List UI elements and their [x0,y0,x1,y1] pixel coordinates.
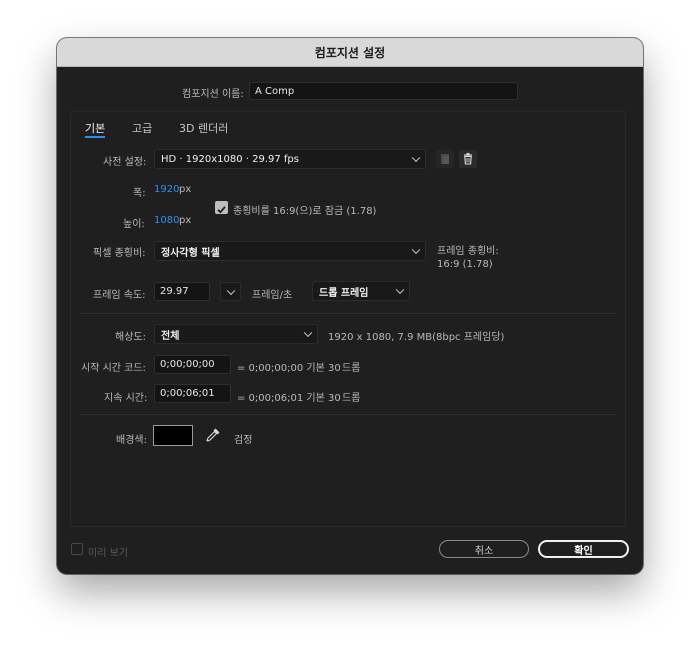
active-tab-indicator [85,136,105,138]
pixel-aspect-label: 픽셀 종횡비: [93,248,146,259]
resolution-value: 전체 [161,330,180,342]
divider [80,313,616,314]
chevron-down-icon [395,285,405,295]
eyedropper-button[interactable] [204,426,222,444]
frame-rate-value: 29.97 [160,286,189,297]
width-label: 폭: [133,188,146,199]
tab-advanced[interactable]: 고급 [132,120,152,136]
preset-value: HD · 1920x1080 · 29.97 fps [161,153,299,165]
chevron-down-icon [411,245,421,255]
preset-dropdown[interactable]: HD · 1920x1080 · 29.97 fps [154,149,426,169]
cancel-button[interactable]: 취소 [439,540,529,558]
start-timecode-label: 시작 시간 코드: [81,363,146,374]
background-color-label: 배경색: [116,435,147,446]
resolution-dropdown[interactable]: 전체 [154,324,318,344]
settings-panel [70,111,626,527]
start-timecode-input[interactable]: 0;00;00;00 [154,355,231,374]
drop-frame-value: 드롭 프레임 [319,287,369,299]
duration-value: 0;00;06;01 [160,388,215,399]
start-timecode-equals: = 0;00;00;00 기본 30 [237,363,341,374]
pixel-aspect-dropdown[interactable]: 정사각형 픽셀 [154,241,426,261]
frame-aspect-label: 프레임 종횡비: [437,246,499,257]
frame-aspect-value: 16:9 (1.78) [437,259,493,270]
duration-label: 지속 시간: [104,393,148,404]
duration-equals: = 0;00;06;01 기본 30 [237,393,341,404]
start-timecode-value: 0;00;00;00 [160,359,215,370]
preview-checkbox[interactable] [71,543,83,555]
resolution-info: 1920 x 1080, 7.9 MB(8bpc 프레임당) [328,332,505,343]
trash-icon [464,153,472,165]
drop-frame-dropdown[interactable]: 드롭 프레임 [312,281,410,301]
tab-basic[interactable]: 기본 [85,120,105,136]
frame-rate-unit: 프레임/초 [252,290,293,301]
resolution-label: 해상도: [115,332,146,343]
divider [80,414,616,415]
frame-rate-presets-button[interactable] [220,282,241,301]
frame-rate-label: 프레임 속도: [93,290,146,301]
comp-name-label: 컴포지션 이름: [182,89,244,100]
ok-button[interactable]: 확인 [538,540,629,558]
delete-preset-button[interactable] [459,150,477,168]
height-label: 높이: [123,219,145,230]
chevron-down-icon [226,286,236,295]
lock-aspect-checkbox[interactable] [215,201,228,214]
height-unit: px [179,215,192,226]
comp-name-input[interactable]: A Comp [249,82,518,100]
checkmark-icon [217,206,226,214]
tab-3d-renderer[interactable]: 3D 렌더러 [179,120,228,136]
background-color-swatch[interactable] [153,425,193,446]
dialog-title: 컴포지션 설정 [57,38,643,67]
pixel-aspect-value: 정사각형 픽셀 [161,247,220,259]
comp-name-value: A Comp [255,85,295,97]
chevron-down-icon [411,153,421,163]
chevron-down-icon [303,328,313,338]
duration-input[interactable]: 0;00;06;01 [154,384,231,403]
eyedropper-icon [206,428,220,442]
height-value[interactable]: 1080 [154,215,179,226]
composition-settings-dialog: 컴포지션 설정 컴포지션 이름: A Comp 기본 고급 3D 렌더러 사전 … [57,38,643,574]
preset-label: 사전 설정: [103,157,147,168]
background-color-name: 검정 [234,435,253,446]
lock-aspect-label: 종횡비를 16:9(으)로 잠금 (1.78) [233,206,377,217]
save-preset-icon [441,154,449,164]
frame-rate-input[interactable]: 29.97 [154,282,210,301]
start-timecode-mode: 드롭 [342,363,361,374]
save-preset-button[interactable] [436,150,454,168]
width-unit: px [179,184,192,195]
width-value[interactable]: 1920 [154,184,179,195]
duration-mode: 드롭 [342,393,361,404]
preview-label: 미리 보기 [88,548,128,559]
